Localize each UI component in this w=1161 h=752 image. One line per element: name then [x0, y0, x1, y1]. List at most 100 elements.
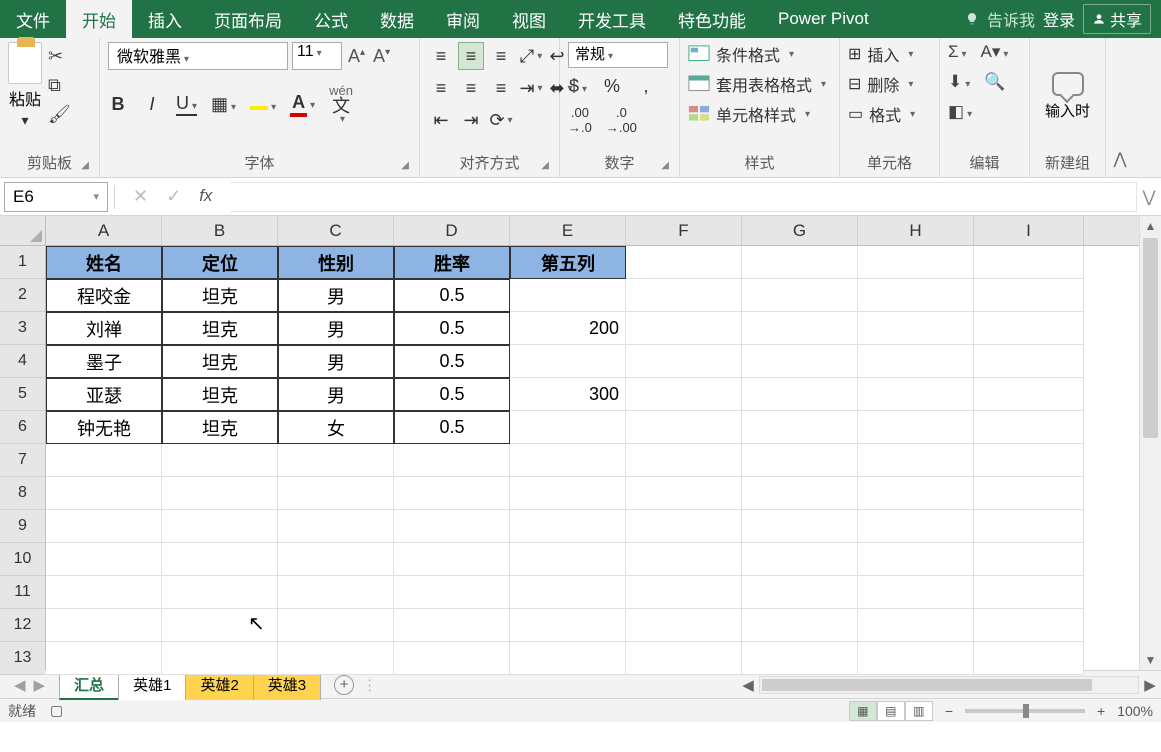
cell-D7[interactable] — [394, 444, 510, 477]
cell-G12[interactable] — [742, 609, 858, 642]
cell-E9[interactable] — [510, 510, 626, 543]
cell-B13[interactable] — [162, 642, 278, 675]
row-header-8[interactable]: 8 — [0, 477, 45, 510]
cell-A12[interactable] — [46, 609, 162, 642]
insert-cells-button[interactable]: ⊞插入 — [848, 42, 931, 66]
cell-A13[interactable] — [46, 642, 162, 675]
row-header-7[interactable]: 7 — [0, 444, 45, 477]
row-header-2[interactable]: 2 — [0, 279, 45, 312]
borders-button[interactable]: ▦ — [211, 94, 236, 115]
cell-I6[interactable] — [974, 411, 1084, 444]
cell-I1[interactable] — [974, 246, 1084, 279]
font-size-combo[interactable]: 11 — [292, 42, 342, 70]
col-header-B[interactable]: B — [162, 216, 278, 245]
delete-cells-button[interactable]: ⊟删除 — [848, 72, 931, 96]
tab-dev-tools[interactable]: 开发工具 — [562, 0, 662, 38]
cell-C5[interactable]: 男 — [278, 378, 394, 411]
cell-D9[interactable] — [394, 510, 510, 543]
number-dialog-icon[interactable]: ◢ — [661, 160, 669, 171]
cell-B11[interactable] — [162, 576, 278, 609]
cell-G13[interactable] — [742, 642, 858, 675]
zoom-out-button[interactable]: − — [945, 703, 953, 719]
currency-icon[interactable]: $ — [568, 76, 588, 97]
cell-F12[interactable] — [626, 609, 742, 642]
add-sheet-button[interactable]: + — [334, 675, 354, 695]
indent-right-icon[interactable]: ⇥ — [518, 74, 544, 102]
increase-decimal-icon[interactable]: .00→.0 — [568, 105, 592, 135]
indent-decrease-icon[interactable]: ⇤ — [428, 106, 454, 134]
cell-E6[interactable] — [510, 411, 626, 444]
col-header-C[interactable]: C — [278, 216, 394, 245]
comment-icon[interactable] — [1052, 72, 1084, 96]
number-format-combo[interactable]: 常规 — [568, 42, 668, 68]
cell-G9[interactable] — [742, 510, 858, 543]
tab-features[interactable]: 特色功能 — [662, 0, 762, 38]
tab-review[interactable]: 审阅 — [430, 0, 496, 38]
cell-H9[interactable] — [858, 510, 974, 543]
fx-icon[interactable]: fx — [199, 186, 212, 207]
cell-C9[interactable] — [278, 510, 394, 543]
cell-H1[interactable] — [858, 246, 974, 279]
format-cells-button[interactable]: ▭格式 — [848, 102, 931, 126]
cell-F6[interactable] — [626, 411, 742, 444]
align-bottom-icon[interactable]: ≡ — [488, 42, 514, 70]
cell-B7[interactable] — [162, 444, 278, 477]
cell-I4[interactable] — [974, 345, 1084, 378]
tab-data[interactable]: 数据 — [364, 0, 430, 38]
cell-B12[interactable] — [162, 609, 278, 642]
cell-F13[interactable] — [626, 642, 742, 675]
col-header-E[interactable]: E — [510, 216, 626, 245]
cell-H2[interactable] — [858, 279, 974, 312]
orientation-icon[interactable]: ⤢ — [518, 42, 544, 70]
cell-G6[interactable] — [742, 411, 858, 444]
cell-E11[interactable] — [510, 576, 626, 609]
cell-C11[interactable] — [278, 576, 394, 609]
cell-I8[interactable] — [974, 477, 1084, 510]
cell-C13[interactable] — [278, 642, 394, 675]
cell-D4[interactable]: 0.5 — [394, 345, 510, 378]
cell-G3[interactable] — [742, 312, 858, 345]
row-header-1[interactable]: 1 — [0, 246, 45, 279]
formula-input[interactable] — [230, 182, 1137, 212]
zoom-in-button[interactable]: + — [1097, 703, 1105, 719]
col-header-G[interactable]: G — [742, 216, 858, 245]
cell-G2[interactable] — [742, 279, 858, 312]
row-header-13[interactable]: 13 — [0, 642, 45, 675]
italic-button[interactable]: I — [142, 94, 162, 115]
spreadsheet-grid[interactable]: 12345678910111213 ABCDEFGHI 姓名定位性别胜率第五列程… — [0, 216, 1161, 670]
fill-color-button[interactable] — [250, 94, 276, 115]
cell-I7[interactable] — [974, 444, 1084, 477]
col-header-A[interactable]: A — [46, 216, 162, 245]
cell-F2[interactable] — [626, 279, 742, 312]
format-painter-icon[interactable]: 🖌 — [48, 104, 71, 125]
align-center-icon[interactable]: ≡ — [458, 74, 484, 102]
name-box[interactable]: E6▾ — [4, 182, 108, 212]
expand-formula-bar-icon[interactable]: ⋁ — [1137, 187, 1161, 207]
row-header-6[interactable]: 6 — [0, 411, 45, 444]
cell-I10[interactable] — [974, 543, 1084, 576]
cell-C8[interactable] — [278, 477, 394, 510]
scroll-thumb[interactable] — [1143, 238, 1158, 438]
cell-C7[interactable] — [278, 444, 394, 477]
align-right-icon[interactable]: ≡ — [488, 74, 514, 102]
align-top-icon[interactable]: ≡ — [428, 42, 454, 70]
clipboard-dialog-icon[interactable]: ◢ — [81, 160, 89, 171]
cell-I2[interactable] — [974, 279, 1084, 312]
cell-B5[interactable]: 坦克 — [162, 378, 278, 411]
cell-A4[interactable]: 墨子 — [46, 345, 162, 378]
sheet-nav-prev-icon[interactable]: ◀ — [14, 676, 26, 694]
cell-D8[interactable] — [394, 477, 510, 510]
cell-styles-button[interactable]: 单元格样式 — [688, 102, 831, 126]
tell-me-text[interactable]: 告诉我 — [987, 7, 1035, 31]
cell-E3[interactable]: 200 — [510, 312, 626, 345]
row-header-11[interactable]: 11 — [0, 576, 45, 609]
input-time-button[interactable]: 输入时 — [1045, 100, 1090, 121]
cell-E2[interactable] — [510, 279, 626, 312]
row-header-9[interactable]: 9 — [0, 510, 45, 543]
cell-A2[interactable]: 程咬金 — [46, 279, 162, 312]
row-header-5[interactable]: 5 — [0, 378, 45, 411]
autosum-button[interactable]: Σ — [948, 42, 967, 62]
cell-E8[interactable] — [510, 477, 626, 510]
cell-C3[interactable]: 男 — [278, 312, 394, 345]
hscroll-right-icon[interactable]: ▶ — [1139, 676, 1161, 694]
